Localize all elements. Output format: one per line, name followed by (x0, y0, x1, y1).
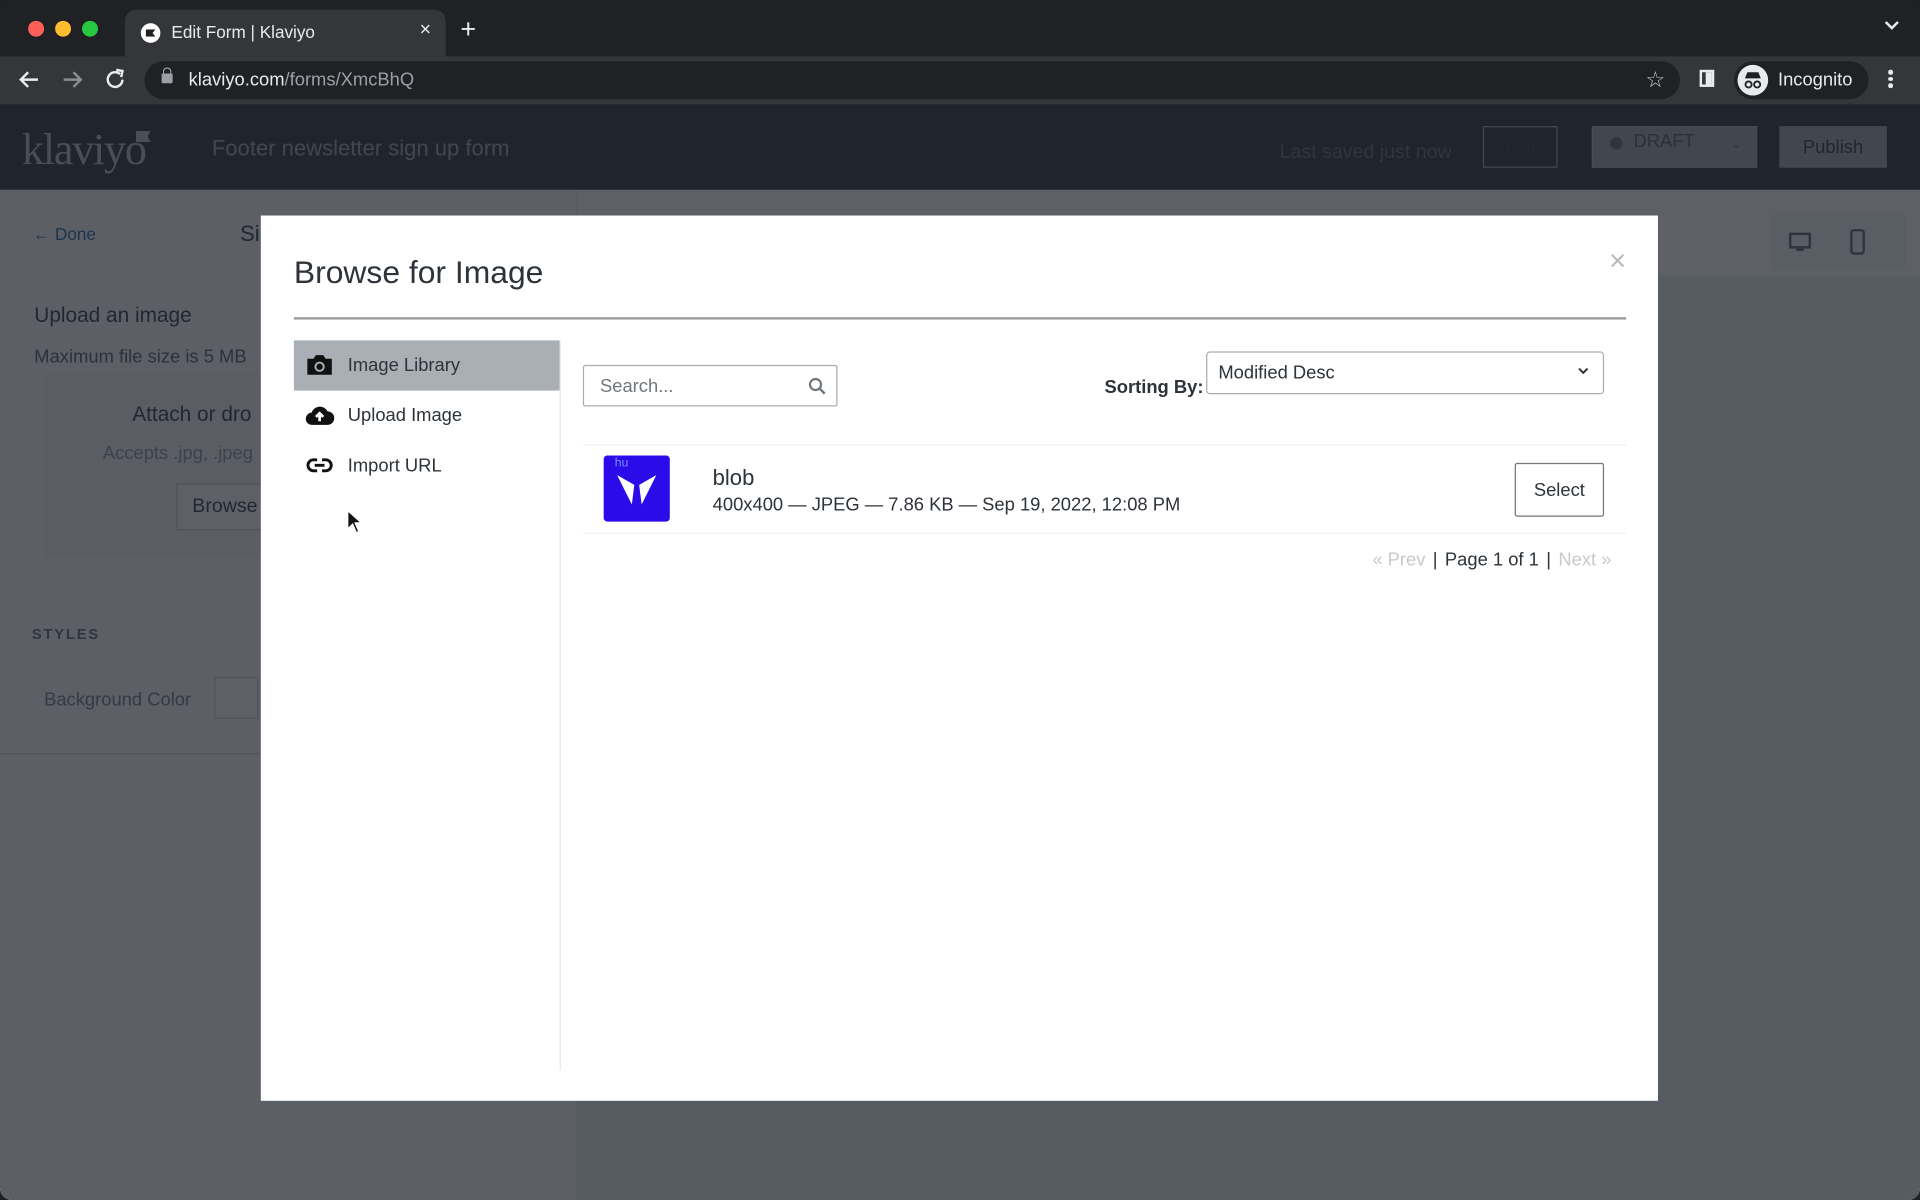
chevron-down-icon (1578, 367, 1589, 375)
list-divider (582, 532, 1627, 534)
back-arrow-icon[interactable] (16, 66, 43, 93)
incognito-profile-button[interactable]: Incognito (1733, 61, 1869, 100)
tab-close-icon[interactable]: × (420, 20, 431, 42)
screen: Edit Form | Klaviyo × + klaviyo.com/form… (0, 0, 1920, 1200)
cloud-upload-icon (305, 406, 335, 425)
image-search-field[interactable] (582, 364, 838, 407)
browser-menu-icon[interactable] (1883, 67, 1898, 91)
image-name: blob (712, 465, 755, 490)
tab-title: Edit Form | Klaviyo (171, 22, 315, 42)
nav-item-import-url[interactable]: Import URL (294, 441, 560, 491)
thumbnail-text: hu (614, 456, 629, 471)
pager-separator: | (1432, 549, 1438, 571)
link-icon (306, 458, 333, 473)
image-list-item: hu blob 400x400 — JPEG — 7.86 KB — Sep 1… (583, 446, 1626, 533)
sort-select[interactable]: Modified Desc (1206, 351, 1605, 395)
url-text: klaviyo.com/forms/XmcBhQ (188, 69, 415, 91)
forward-arrow-icon[interactable] (59, 66, 86, 93)
browser-tab-strip: Edit Form | Klaviyo × + (0, 0, 1920, 57)
tab-search-chevron-icon[interactable] (1883, 17, 1900, 34)
select-image-button[interactable]: Select (1514, 462, 1605, 517)
close-icon[interactable]: × (1609, 247, 1626, 276)
incognito-icon (1737, 64, 1769, 96)
next-page-link[interactable]: Next » (1558, 550, 1611, 571)
pagination: « Prev | Page 1 of 1 | Next » (1372, 550, 1611, 571)
window-maximize-button[interactable] (82, 20, 98, 37)
browser-toolbar: klaviyo.com/forms/XmcBhQ ☆ Incognito (0, 56, 1920, 105)
modal-title: Browse for Image (293, 253, 544, 291)
search-icon[interactable] (808, 377, 826, 395)
mouse-cursor-icon (347, 509, 363, 534)
image-thumbnail: hu (603, 455, 670, 522)
browse-image-modal: Browse for Image × Image Library Upload … (260, 215, 1658, 1101)
modal-header-divider (293, 317, 1627, 320)
nav-item-label: Image Library (347, 355, 461, 376)
sorting-by-label: Sorting By: (1104, 377, 1204, 398)
side-panel-icon[interactable] (1699, 69, 1715, 87)
pager-separator: | (1546, 549, 1551, 571)
klaviyo-favicon-icon (140, 23, 161, 43)
reload-icon[interactable] (102, 66, 129, 93)
search-input[interactable] (584, 366, 809, 406)
prev-page-link[interactable]: « Prev (1372, 550, 1425, 571)
bookmark-star-icon[interactable]: ☆ (1646, 67, 1666, 93)
incognito-label: Incognito (1777, 69, 1853, 91)
address-bar[interactable]: klaviyo.com/forms/XmcBhQ ☆ (144, 61, 1681, 100)
image-source-nav: Image Library Upload Image Import URL (293, 340, 561, 1071)
lock-icon (161, 67, 173, 84)
sort-selected-value: Modified Desc (1218, 362, 1335, 384)
image-library-panel: Sorting By: Modified Desc hu blob 400x40… (582, 340, 1627, 1070)
new-tab-button[interactable]: + (460, 15, 476, 43)
camera-icon (307, 355, 332, 375)
browser-tab-active[interactable]: Edit Form | Klaviyo × (124, 9, 446, 57)
nav-item-image-library[interactable]: Image Library (293, 340, 560, 391)
page-indicator: Page 1 of 1 (1444, 549, 1539, 571)
nav-item-upload-image[interactable]: Upload Image (294, 391, 560, 441)
nav-item-label: Import URL (347, 455, 442, 477)
image-metadata: 400x400 — JPEG — 7.86 KB — Sep 19, 2022,… (712, 494, 1181, 516)
window-close-button[interactable] (28, 20, 45, 37)
window-minimize-button[interactable] (55, 20, 72, 37)
butterfly-logo-icon (617, 475, 657, 505)
nav-item-label: Upload Image (347, 405, 463, 427)
